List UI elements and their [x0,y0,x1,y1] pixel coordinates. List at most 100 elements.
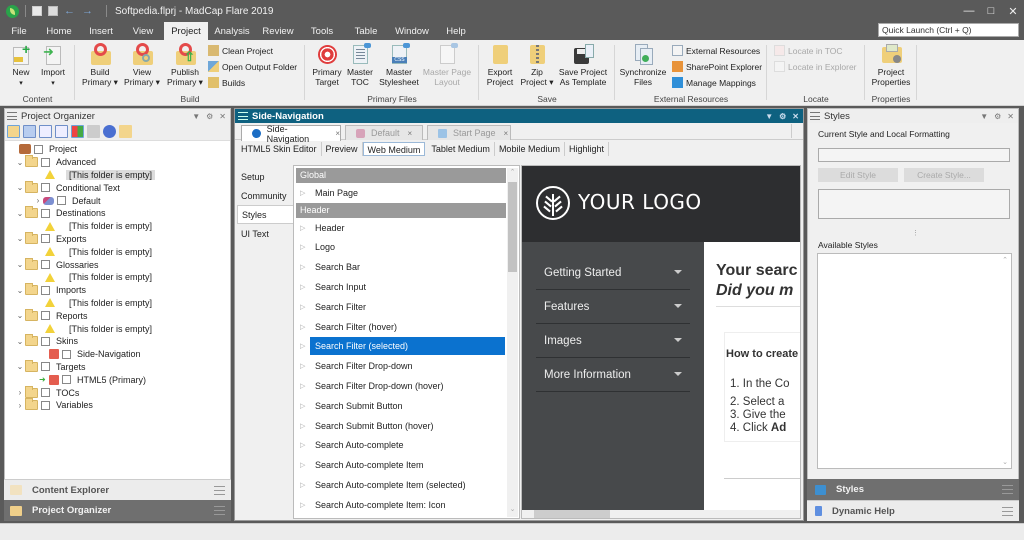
style-item[interactable]: ▷ Search Filter Drop-down [296,356,506,376]
chevron-right-icon[interactable]: › [33,196,43,205]
expand-triangle-icon[interactable]: ▷ [296,323,310,331]
clean-project-button[interactable]: Clean Project [208,45,273,56]
locate-in-toc-button[interactable]: Locate in TOC [774,45,843,56]
master-page-layout-button[interactable]: Master Page Layout [422,43,472,87]
close-icon[interactable]: ✕ [792,112,799,121]
toolbar-preview[interactable]: Preview [322,142,363,156]
import-button[interactable]: ➜ Import ▾ [38,43,68,88]
expand-triangle-icon[interactable]: ▷ [296,243,310,251]
menu-window[interactable]: Window [388,22,436,40]
primary-target-button[interactable]: Primary Target [310,43,344,87]
style-item[interactable]: ▷ Header [296,218,506,238]
tab-start-page[interactable]: Start Page × [427,125,511,140]
expand-triangle-icon[interactable]: ▷ [296,303,310,311]
tree-item[interactable]: ⌄ Exports [5,231,230,246]
tree-item[interactable]: › TOCs [5,385,230,399]
style-item[interactable]: ▷ Search Input [296,277,506,297]
minimize-button[interactable]: — [958,0,980,22]
maximize-button[interactable]: □ [980,0,1002,22]
collapse-all-icon[interactable] [55,125,68,138]
expand-triangle-icon[interactable]: ▷ [296,461,310,469]
expand-triangle-icon[interactable]: ▷ [296,501,310,509]
current-style-field[interactable] [818,148,1010,162]
toolbar-mobile-medium[interactable]: Mobile Medium [495,142,565,156]
tree-item[interactable]: ⌄ Reports [5,308,230,322]
undo-icon[interactable]: ← [64,6,76,17]
menu-project[interactable]: Project [164,22,208,40]
tree-item[interactable]: ⌄ Conditional Text [5,180,230,194]
tree-item[interactable]: [This folder is empty] [5,169,230,182]
style-item[interactable]: ▷ Search Auto-complete Item (selected) [296,475,506,495]
menu-icon[interactable] [214,506,225,515]
scroll-down-icon[interactable]: ⌄ [507,505,518,517]
tree-item[interactable]: [This folder is empty] [5,220,230,233]
toolbar-web-medium[interactable]: Web Medium [362,142,426,156]
menu-insert[interactable]: Insert [80,22,122,40]
project-organizer-tab[interactable]: Project Organizer [4,500,231,521]
checkbox[interactable] [62,375,71,385]
preview-header[interactable]: YOUR LOGO [522,166,800,242]
chevron-down-icon[interactable]: ⌄ [15,209,25,218]
checkbox[interactable] [34,144,43,154]
manage-mappings-button[interactable]: Manage Mappings [672,77,756,88]
checkbox[interactable] [62,349,71,359]
dropdown-icon[interactable]: ▼ [980,112,988,121]
close-tab-icon[interactable]: × [504,129,509,138]
checkbox[interactable] [41,260,50,270]
menu-icon[interactable] [7,112,17,120]
tree-item[interactable]: [This folder is empty] [5,271,230,284]
style-item[interactable]: ▷ Search Submit Button [296,396,506,416]
master-stylesheet-button[interactable]: CSS Master Stylesheet [378,43,420,87]
style-item[interactable]: ▷ Search Auto-complete [296,436,506,456]
redo-icon[interactable]: → [82,6,94,17]
expand-triangle-icon[interactable]: ▷ [296,283,310,291]
scroll-down-icon[interactable]: ⌄ [1002,458,1008,466]
vertical-scrollbar[interactable]: ⌃ ⌄ [507,168,518,517]
skin-tab-community[interactable]: Community [237,186,292,205]
tree-item[interactable]: ⌄ Advanced [5,155,230,169]
menu-icon[interactable] [214,486,225,495]
expand-triangle-icon[interactable]: ▷ [296,481,310,489]
style-item[interactable]: ▷ Logo [296,238,506,258]
locate-in-explorer-button[interactable]: Locate in Explorer [774,61,857,72]
save-project-as-template-button[interactable]: Save Project As Template [556,43,610,87]
menu-help[interactable]: Help [436,22,476,40]
external-resources-button[interactable]: External Resources [672,45,760,56]
zip-project-button[interactable]: Zip Project ▾ [518,43,556,87]
build-primary-button[interactable]: Build Primary ▾ [80,43,120,87]
chevron-down-icon[interactable]: ⌄ [15,362,25,371]
tree-item[interactable]: [This folder is empty] [5,297,230,310]
chevron-right-icon[interactable]: › [15,388,25,397]
preview-nav-item[interactable]: More Information [536,358,690,392]
expand-triangle-icon[interactable]: ▷ [296,402,310,410]
chevron-right-icon[interactable]: › [15,401,25,410]
checkbox[interactable] [41,234,50,244]
checkbox[interactable] [41,362,50,372]
toolbar-highlight[interactable]: Highlight [565,142,609,156]
tree-item[interactable]: ➜ HTML5 (Primary) [5,373,230,386]
edit-style-button[interactable]: Edit Style [818,168,898,182]
menu-table[interactable]: Table [344,22,388,40]
style-item[interactable]: ▷ Main Page [296,183,506,203]
skin-tab-setup[interactable]: Setup [237,167,292,186]
chevron-down-icon[interactable]: ⌄ [15,234,25,243]
chevron-down-icon[interactable]: ⌄ [15,337,25,346]
project-properties-button[interactable]: Project Properties [868,43,914,87]
tree-item[interactable]: [This folder is empty] [5,245,230,258]
preview-nav-item[interactable]: Getting Started [536,256,690,290]
sync-icon[interactable] [103,125,116,138]
menu-analysis[interactable]: Analysis [208,22,256,40]
folder-view-icon[interactable] [7,125,20,138]
checkbox[interactable] [57,196,66,206]
tree-item[interactable]: ⌄ Targets [5,359,230,374]
menu-tools[interactable]: Tools [300,22,344,40]
scroll-thumb[interactable] [508,182,517,272]
checkbox[interactable] [41,157,50,167]
pin-icon[interactable]: ⚙ [779,112,786,121]
open-output-folder-button[interactable]: Open Output Folder [208,61,297,72]
checkbox[interactable] [41,400,50,410]
dropdown-icon[interactable]: ▼ [765,112,773,121]
style-item[interactable]: ▷ Search Filter (selected) [296,337,506,357]
expand-triangle-icon[interactable]: ▷ [296,342,310,350]
dropdown-icon[interactable]: ▼ [192,112,200,121]
